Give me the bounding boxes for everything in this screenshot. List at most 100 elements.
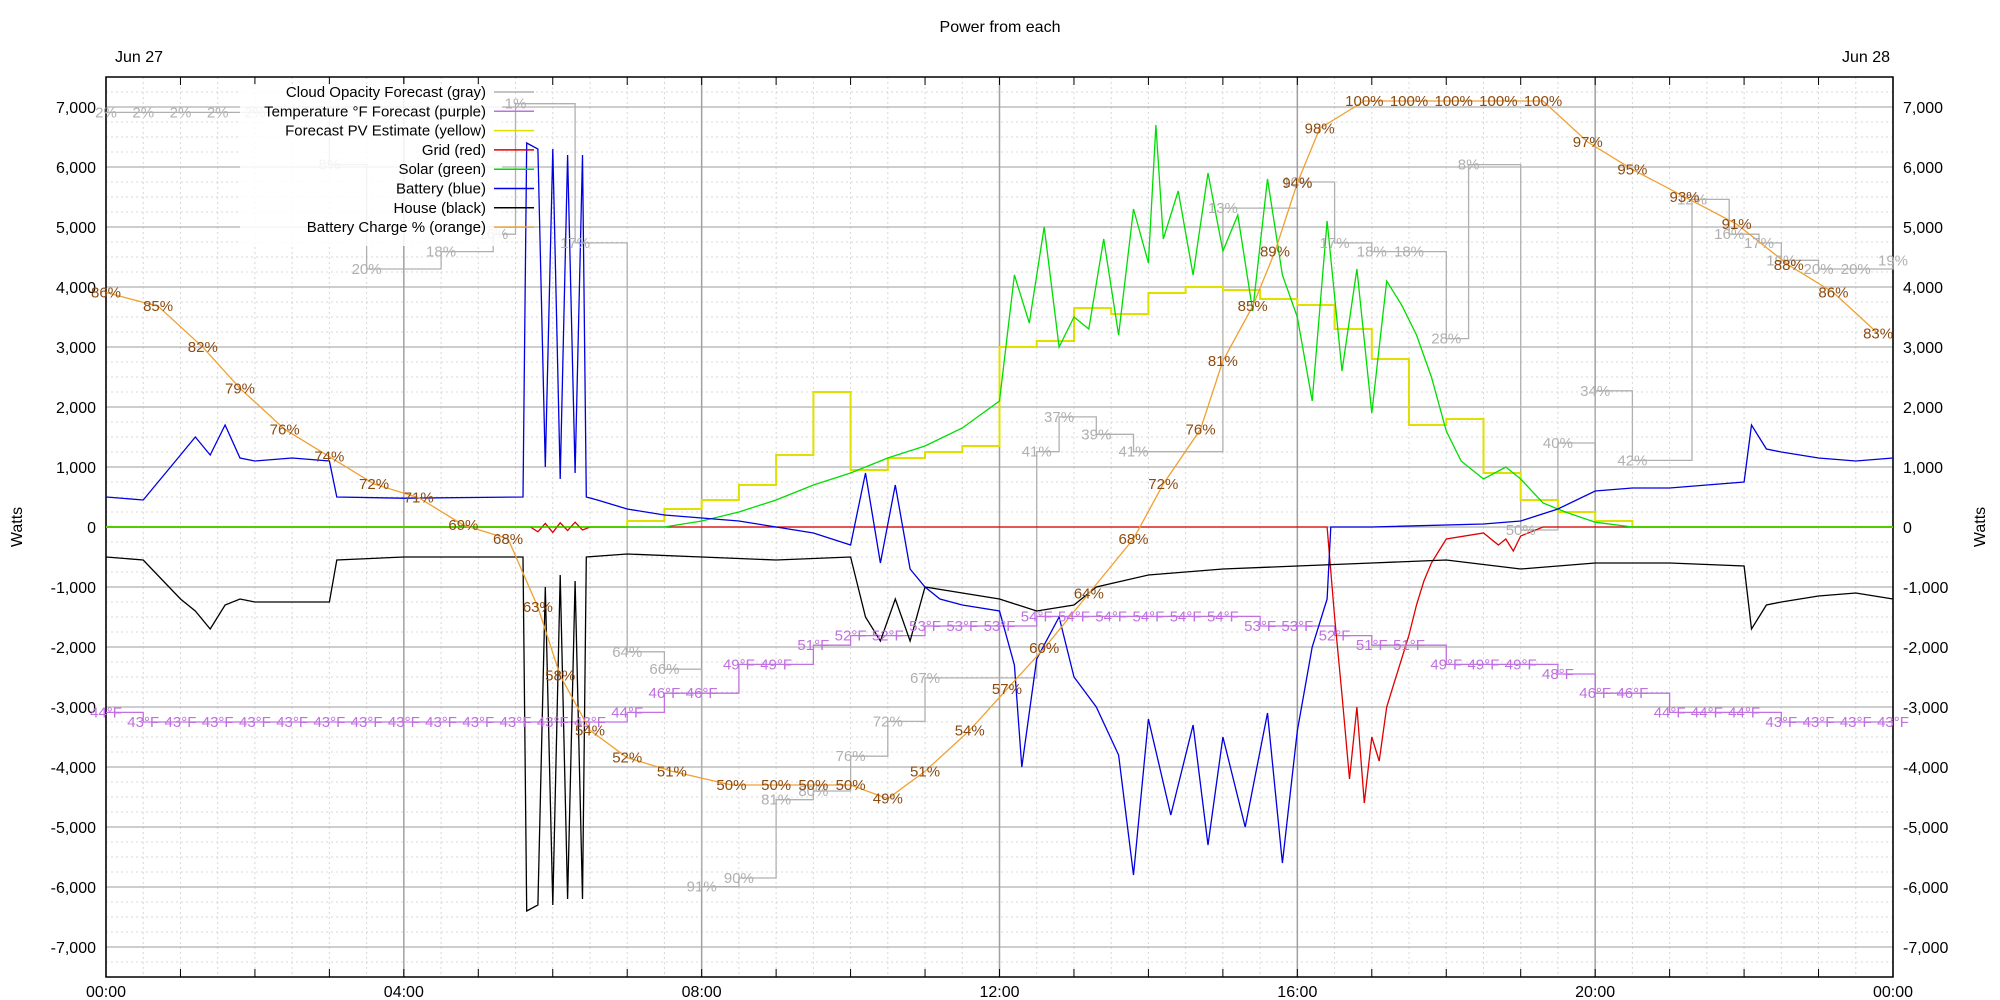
data-label-charge: 71% (404, 490, 434, 507)
data-label-charge: 49% (873, 791, 903, 808)
data-label-charge: 68% (493, 531, 523, 548)
legend-label: Cloud Opacity Forecast (gray) (286, 84, 486, 101)
y-tick-label-right: 6,000 (1903, 160, 1943, 177)
data-label-temp: 46°F (649, 685, 681, 702)
data-label-cloud: 20% (352, 261, 382, 278)
data-label-temp: 43°F (500, 714, 532, 731)
data-label-cloud: 67% (910, 670, 940, 687)
y-tick-label-left: 7,000 (56, 100, 96, 117)
data-label-temp: 44°F (611, 704, 643, 721)
y-tick-label-right: 4,000 (1903, 280, 1943, 297)
y-tick-label-left: -7,000 (51, 940, 96, 957)
data-label-temp: 51°F (797, 637, 829, 654)
data-label-charge: 85% (143, 298, 173, 315)
data-label-temp: 46°F (1579, 685, 1611, 702)
data-label-charge: 57% (992, 681, 1022, 698)
data-label-temp: 54°F (1095, 608, 1127, 625)
data-label-charge: 95% (1617, 161, 1647, 178)
data-label-temp: 43°F (127, 714, 159, 731)
data-label-charge: 51% (910, 763, 940, 780)
y-tick-label-right: -1,000 (1903, 580, 1948, 597)
data-label-charge: 88% (1774, 257, 1804, 274)
data-label-cloud: 18% (1394, 244, 1424, 261)
y-axis-label-left: Watts (9, 507, 26, 547)
start-date-label: Jun 27 (115, 49, 163, 66)
legend-label: House (black) (393, 200, 486, 217)
data-label-cloud: 66% (649, 661, 679, 678)
data-label-temp: 43°F (239, 714, 271, 731)
data-label-cloud: 76% (836, 748, 866, 765)
data-label-charge: 52% (612, 750, 642, 767)
data-label-temp: 52°F (872, 628, 904, 645)
data-label-charge: 72% (359, 476, 389, 493)
y-tick-label-right: -7,000 (1903, 940, 1948, 957)
y-tick-label-right: -4,000 (1903, 760, 1948, 777)
data-label-cloud: 18% (1357, 244, 1387, 261)
data-label-charge: 60% (1029, 640, 1059, 657)
data-label-charge: 76% (1186, 421, 1216, 438)
data-label-temp: 43°F (165, 714, 197, 731)
data-label-temp: 53°F (1244, 618, 1276, 635)
y-tick-label-right: -3,000 (1903, 700, 1948, 717)
data-label-charge: 50% (836, 777, 866, 794)
y-tick-label-left: 1,000 (56, 460, 96, 477)
legend-label: Battery Charge % (orange) (307, 219, 486, 236)
data-label-charge: 86% (1818, 285, 1848, 302)
y-tick-label-left: 5,000 (56, 220, 96, 237)
y-tick-label-right: 1,000 (1903, 460, 1943, 477)
data-label-charge: 89% (1260, 243, 1290, 260)
chart-title: Power from each (940, 19, 1061, 36)
data-label-temp: 49°F (1468, 656, 1500, 673)
y-tick-label-left: -4,000 (51, 760, 96, 777)
data-label-temp: 44°F (90, 704, 122, 721)
y-tick-label-left: 0 (87, 520, 96, 537)
data-label-temp: 44°F (1654, 704, 1686, 721)
legend: Cloud Opacity Forecast (gray) Temperature… (240, 84, 534, 246)
data-label-cloud: 34% (1580, 383, 1610, 400)
data-label-temp: 53°F (1281, 618, 1313, 635)
y-tick-label-right: 3,000 (1903, 340, 1943, 357)
x-tick-label: 08:00 (682, 984, 722, 1000)
data-label-charge: 79% (225, 380, 255, 397)
data-label-charge: 50% (716, 777, 746, 794)
y-tick-label-left: 3,000 (56, 340, 96, 357)
legend-label: Temperature °F Forecast (purple) (264, 103, 486, 120)
data-label-temp: 53°F (946, 618, 978, 635)
data-label-charge: 51% (657, 763, 687, 780)
y-tick-label-right: 0 (1903, 520, 1912, 537)
data-label-temp: 43°F (388, 714, 420, 731)
data-label-cloud: 41% (1119, 444, 1149, 461)
data-label-temp: 52°F (835, 628, 867, 645)
y-tick-label-left: -5,000 (51, 820, 96, 837)
data-label-cloud: 41% (1022, 444, 1052, 461)
data-label-charge: 72% (1148, 476, 1178, 493)
data-label-temp: 51°F (1356, 637, 1388, 654)
y-tick-label-right: 5,000 (1903, 220, 1943, 237)
y-tick-label-right: -2,000 (1903, 640, 1948, 657)
data-label-charge: 93% (1670, 189, 1700, 206)
y-tick-label-right: -6,000 (1903, 880, 1948, 897)
data-label-temp: 54°F (1207, 608, 1239, 625)
data-label-cloud: 17% (560, 235, 590, 252)
data-label-temp: 54°F (1132, 608, 1164, 625)
data-label-charge: 54% (575, 722, 605, 739)
chart-container: Power from each Jun 27 Jun 28 Watts Watt… (0, 0, 2000, 1000)
y-tick-label-right: 2,000 (1903, 400, 1943, 417)
data-label-cloud: 17% (1320, 235, 1350, 252)
data-label-cloud: 1% (505, 96, 527, 113)
data-label-charge: 100% (1390, 93, 1428, 110)
data-label-charge: 58% (545, 668, 575, 685)
data-label-cloud: 50% (1506, 522, 1536, 539)
data-label-temp: 54°F (1058, 608, 1090, 625)
data-label-charge: 100% (1524, 93, 1562, 110)
y-tick-label-right: -5,000 (1903, 820, 1948, 837)
y-tick-label-left: -6,000 (51, 880, 96, 897)
data-label-charge: 74% (314, 449, 344, 466)
data-label-charge: 94% (1282, 175, 1312, 192)
data-label-temp: 49°F (723, 656, 755, 673)
x-tick-label: 20:00 (1575, 984, 1615, 1000)
data-label-temp: 48°F (1542, 666, 1574, 683)
data-label-charge: 64% (1074, 585, 1104, 602)
data-label-cloud: 13% (1208, 200, 1238, 217)
data-label-charge: 68% (1119, 531, 1149, 548)
